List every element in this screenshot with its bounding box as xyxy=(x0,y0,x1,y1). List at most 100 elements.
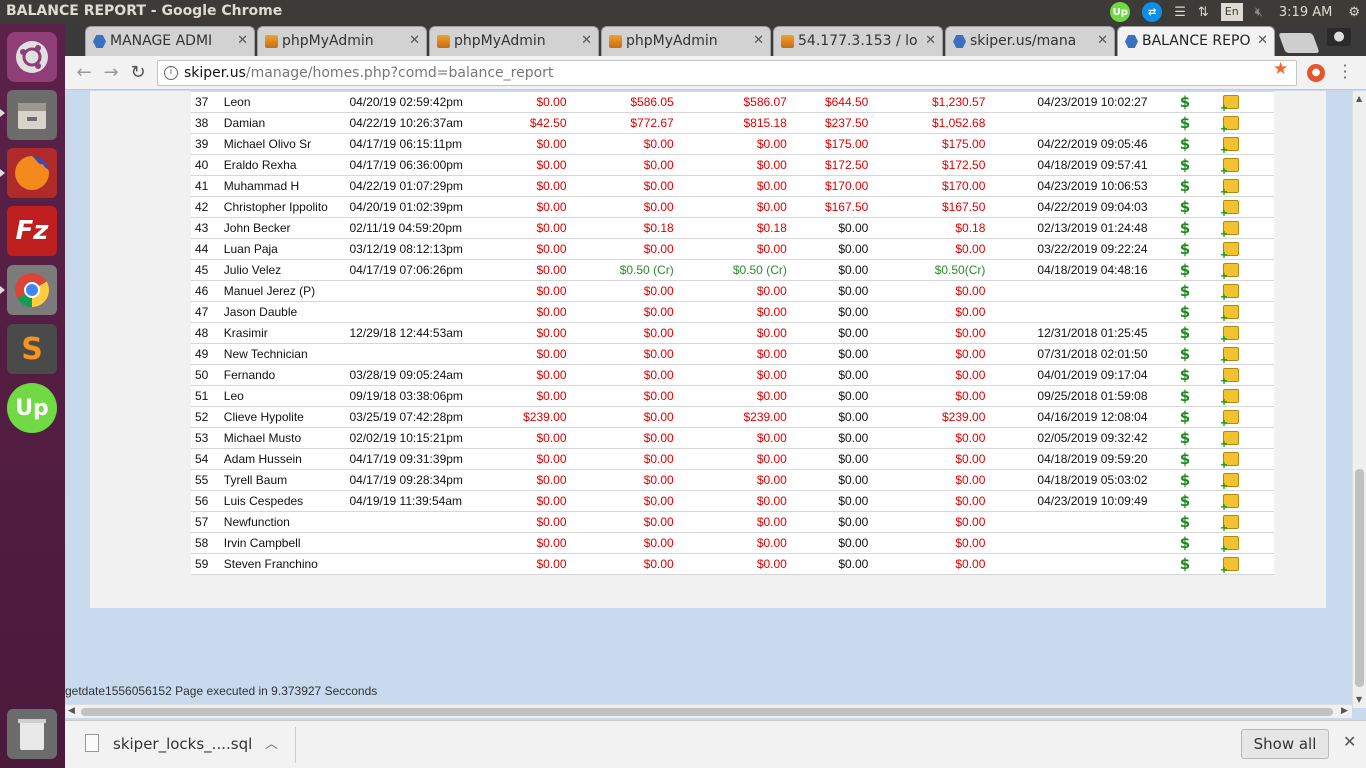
dollar-icon[interactable]: $ xyxy=(1180,387,1190,405)
add-note-icon[interactable] xyxy=(1221,430,1239,449)
horizontal-scrollbar[interactable]: ◀ ▶ xyxy=(65,704,1352,718)
dollar-icon[interactable]: $ xyxy=(1180,198,1190,216)
tab-phpmyadmin-3[interactable]: phpMyAdmin ✕ xyxy=(601,26,771,56)
add-note-icon[interactable] xyxy=(1221,556,1239,575)
add-note-icon[interactable] xyxy=(1221,241,1239,260)
add-note-icon[interactable] xyxy=(1221,367,1239,386)
close-icon[interactable]: ✕ xyxy=(581,27,592,55)
forward-icon[interactable]: → xyxy=(100,62,122,84)
vertical-scrollbar[interactable]: ▲ ▼ xyxy=(1352,91,1366,708)
add-note-icon[interactable] xyxy=(1221,283,1239,302)
dollar-icon[interactable]: $ xyxy=(1180,261,1190,279)
profile-icon[interactable]: ● xyxy=(1327,28,1351,46)
extension-icon[interactable]: ● xyxy=(1307,64,1325,82)
chrome-icon[interactable] xyxy=(7,265,57,315)
scroll-down-icon[interactable]: ▼ xyxy=(1356,695,1362,704)
upwork-tray-icon[interactable]: Up xyxy=(1104,0,1136,24)
add-note-icon[interactable] xyxy=(1221,304,1239,323)
trash-icon[interactable] xyxy=(7,709,57,759)
ubuntu-dash-icon[interactable] xyxy=(7,32,57,82)
list-tray-icon[interactable]: ☰ xyxy=(1168,0,1192,24)
add-note-icon[interactable] xyxy=(1221,325,1239,344)
new-tab-button[interactable] xyxy=(1278,33,1320,53)
technician-name: Adam Hussein xyxy=(219,448,346,470)
clock[interactable]: 3:19 AM xyxy=(1269,0,1342,24)
dollar-icon[interactable]: $ xyxy=(1180,345,1190,363)
files-icon[interactable] xyxy=(7,90,57,140)
horizontal-scroll-thumb[interactable] xyxy=(81,708,1333,716)
tab-skiper-manage[interactable]: skiper.us/mana ✕ xyxy=(945,26,1115,56)
teamviewer-tray-icon[interactable]: ⇄ xyxy=(1136,0,1168,24)
download-item[interactable]: skiper_locks_....sql xyxy=(113,735,252,753)
dollar-icon[interactable]: $ xyxy=(1180,135,1190,153)
keyboard-layout-indicator[interactable]: En xyxy=(1215,0,1249,24)
add-note-icon[interactable] xyxy=(1221,178,1239,197)
tab-balance-report[interactable]: BALANCE REPO ✕ xyxy=(1117,26,1275,56)
upwork-icon[interactable]: Up xyxy=(7,383,57,433)
chrome-menu-icon[interactable]: · · · xyxy=(1341,58,1349,86)
add-note-icon[interactable] xyxy=(1221,199,1239,218)
dollar-icon[interactable]: $ xyxy=(1180,219,1190,237)
add-note-icon[interactable] xyxy=(1221,535,1239,554)
dollar-icon[interactable]: $ xyxy=(1180,240,1190,258)
address-bar[interactable]: i skiper.us/manage/homes.php?comd=balanc… xyxy=(157,60,1297,86)
dollar-icon[interactable]: $ xyxy=(1180,324,1190,342)
close-icon[interactable]: ✕ xyxy=(1343,732,1356,751)
dollar-icon[interactable]: $ xyxy=(1180,429,1190,447)
firefox-icon[interactable] xyxy=(7,148,57,198)
close-icon[interactable]: ✕ xyxy=(409,27,420,55)
add-note-icon[interactable] xyxy=(1221,493,1239,512)
dollar-icon[interactable]: $ xyxy=(1180,471,1190,489)
close-icon[interactable]: ✕ xyxy=(753,27,764,55)
add-note-icon[interactable] xyxy=(1221,94,1239,113)
dollar-icon[interactable]: $ xyxy=(1180,114,1190,132)
volume-muted-icon[interactable]: 🔇︎ xyxy=(1249,0,1269,24)
tab-phpmyadmin-2[interactable]: phpMyAdmin ✕ xyxy=(429,26,599,56)
dollar-icon[interactable]: $ xyxy=(1180,282,1190,300)
dollar-icon[interactable]: $ xyxy=(1180,366,1190,384)
add-note-icon[interactable] xyxy=(1221,157,1239,176)
add-note-icon[interactable] xyxy=(1221,472,1239,491)
dollar-icon[interactable]: $ xyxy=(1180,450,1190,468)
dollar-icon[interactable]: $ xyxy=(1180,303,1190,321)
filezilla-icon[interactable]: Fz xyxy=(7,206,57,256)
scroll-right-icon[interactable]: ▶ xyxy=(1341,706,1348,716)
reload-icon[interactable]: ↻ xyxy=(127,62,149,84)
network-tray-icon[interactable]: ⇅ xyxy=(1192,0,1215,24)
close-icon[interactable]: ✕ xyxy=(1257,27,1268,55)
close-icon[interactable]: ✕ xyxy=(925,27,936,55)
back-icon[interactable]: ← xyxy=(73,62,95,84)
chevron-up-icon[interactable]: ︿ xyxy=(265,733,278,752)
scroll-left-icon[interactable]: ◀ xyxy=(68,706,75,716)
add-note-icon[interactable] xyxy=(1221,346,1239,365)
gear-icon[interactable]: ⚙ xyxy=(1342,0,1366,24)
dollar-icon[interactable]: $ xyxy=(1180,513,1190,531)
bookmark-star-icon[interactable]: ★ xyxy=(1273,59,1288,79)
tab-manage-admin[interactable]: MANAGE ADMI ✕ xyxy=(85,26,255,56)
dollar-icon[interactable]: $ xyxy=(1180,156,1190,174)
add-note-icon[interactable] xyxy=(1221,136,1239,155)
vertical-scroll-thumb[interactable] xyxy=(1355,469,1364,687)
scroll-up-icon[interactable]: ▲ xyxy=(1356,94,1362,103)
amount-a3: $815.18 xyxy=(677,112,791,134)
dollar-icon[interactable]: $ xyxy=(1180,408,1190,426)
add-note-icon[interactable] xyxy=(1221,451,1239,470)
dollar-icon[interactable]: $ xyxy=(1180,555,1190,573)
tab-ip-phpmyadmin[interactable]: 54.177.3.153 / lo ✕ xyxy=(773,26,943,56)
add-note-icon[interactable] xyxy=(1221,262,1239,281)
add-note-icon[interactable] xyxy=(1221,115,1239,134)
dollar-icon[interactable]: $ xyxy=(1180,177,1190,195)
add-note-icon[interactable] xyxy=(1221,409,1239,428)
info-icon[interactable]: i xyxy=(164,66,178,80)
add-note-icon[interactable] xyxy=(1221,388,1239,407)
sublime-text-icon[interactable]: S xyxy=(7,324,57,374)
close-icon[interactable]: ✕ xyxy=(237,27,248,55)
close-icon[interactable]: ✕ xyxy=(1097,27,1108,55)
add-note-icon[interactable] xyxy=(1221,514,1239,533)
dollar-icon[interactable]: $ xyxy=(1180,534,1190,552)
add-note-icon[interactable] xyxy=(1221,220,1239,239)
dollar-icon[interactable]: $ xyxy=(1180,93,1190,111)
tab-phpmyadmin-1[interactable]: phpMyAdmin ✕ xyxy=(257,26,427,56)
show-all-button[interactable]: Show all xyxy=(1241,729,1329,759)
dollar-icon[interactable]: $ xyxy=(1180,492,1190,510)
